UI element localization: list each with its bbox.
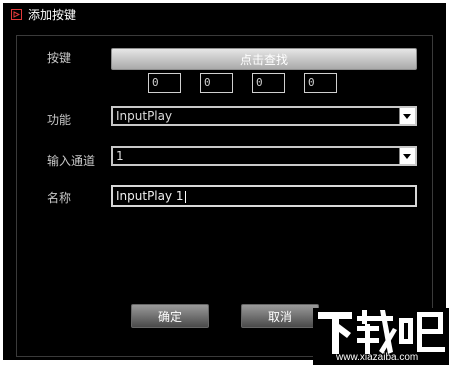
channel-select[interactable]: 1: [111, 146, 417, 166]
app-icon: [11, 9, 22, 20]
key-code-field-2[interactable]: 0: [200, 73, 233, 93]
function-select-value: InputPlay: [116, 109, 173, 123]
cancel-button[interactable]: 取消: [241, 304, 319, 328]
watermark-url: www.xiazaiba.com: [336, 352, 419, 363]
add-key-dialog: 添加按键 按键 点击查找 0 0 0 0 功能 InputPlay 输入通道 1…: [3, 3, 446, 360]
ok-button[interactable]: 确定: [131, 304, 209, 328]
key-code-field-4[interactable]: 0: [304, 73, 337, 93]
dropdown-arrow-icon[interactable]: [399, 148, 415, 164]
dropdown-arrow-icon[interactable]: [399, 108, 415, 124]
channel-select-value: 1: [116, 149, 124, 163]
key-code-field-3[interactable]: 0: [252, 73, 285, 93]
find-key-button[interactable]: 点击查找: [111, 48, 417, 70]
name-input[interactable]: InputPlay 1: [111, 185, 417, 207]
text-caret: [184, 190, 186, 203]
name-label: 名称: [47, 191, 72, 205]
key-label: 按键: [47, 51, 72, 65]
dialog-title: 添加按键: [28, 8, 77, 22]
function-select[interactable]: InputPlay: [111, 106, 417, 126]
name-input-value: InputPlay 1: [116, 189, 184, 203]
title-bar: 添加按键: [3, 3, 446, 27]
function-label: 功能: [47, 113, 72, 127]
channel-label: 输入通道: [47, 154, 96, 168]
key-code-field-1[interactable]: 0: [148, 73, 181, 93]
